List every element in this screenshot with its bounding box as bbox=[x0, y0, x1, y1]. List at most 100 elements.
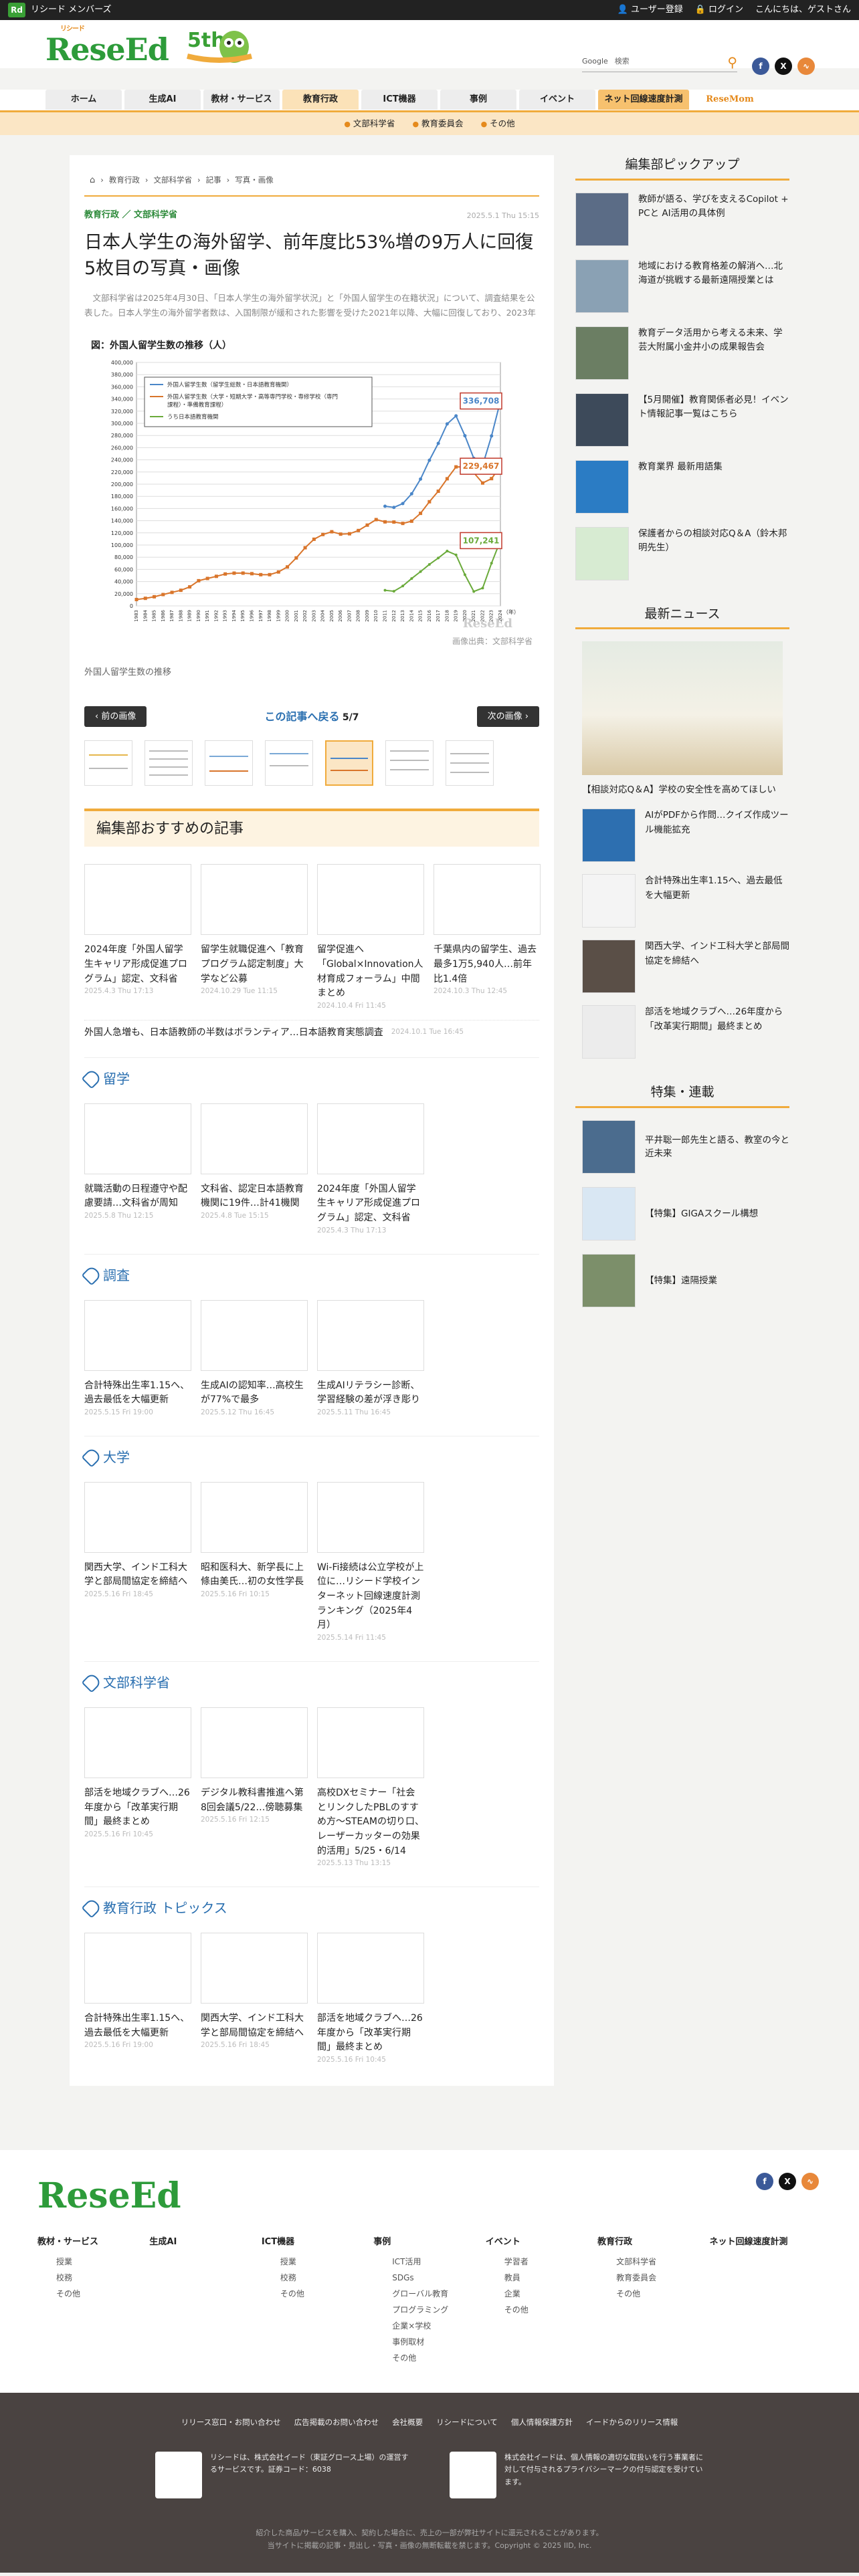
article-card[interactable]: 部活を地域クラブへ…26年度から「改革実行期間」最終まとめ 2025.5.16 F… bbox=[317, 1933, 424, 2066]
news-item[interactable]: 関西大学、インド工科大学と部局間協定を締結へ bbox=[575, 940, 789, 994]
nav-materials[interactable]: 教材・サービス bbox=[203, 90, 280, 110]
footer-link[interactable]: 企業 bbox=[486, 2286, 597, 2302]
footer-link[interactable]: 教員 bbox=[486, 2270, 597, 2286]
article-card[interactable]: 就職活動の日程遵守や配慮要請…文科省が周知 2025.5.8 Thu 12:15 bbox=[84, 1103, 191, 1237]
footer-link[interactable]: 事例取材 bbox=[373, 2334, 485, 2350]
news-item[interactable]: AIがPDFから作問…クイズ作成ツール機能拡充 bbox=[575, 809, 789, 863]
prev-image-button[interactable]: ‹ 前の画像 bbox=[84, 706, 147, 728]
category-heading[interactable]: 文部科学省 bbox=[103, 1673, 170, 1693]
nav-events[interactable]: イベント bbox=[519, 90, 595, 110]
footer-column-heading[interactable]: 事例 bbox=[373, 2236, 485, 2249]
footer-link[interactable]: その他 bbox=[37, 2286, 149, 2302]
pickup-item[interactable]: 教育データ活用から考える未来、学芸大附属小金井小の成果報告会 bbox=[575, 326, 789, 380]
article-card[interactable]: 文科省、認定日本語教育機関に19件…計41機関 2025.4.8 Tue 15:1… bbox=[201, 1103, 308, 1237]
thumbnail[interactable] bbox=[446, 740, 494, 786]
pick-card[interactable]: 留学生就職促進へ「教育プログラム認定制度」大学など公募 2024.10.29 Tu… bbox=[201, 864, 308, 1012]
footer-column-heading[interactable]: 生成AI bbox=[149, 2236, 261, 2249]
subnav-board[interactable]: 教育委員会 bbox=[412, 118, 464, 130]
footer-link[interactable]: 学習者 bbox=[486, 2254, 597, 2270]
thumbnail[interactable] bbox=[145, 740, 193, 786]
x-icon[interactable]: X bbox=[779, 2172, 796, 2190]
footer-column-heading[interactable]: ネット回線速度計測 bbox=[710, 2236, 822, 2249]
news-item[interactable]: 合計特殊出生率1.15へ、過去最低を大幅更新 bbox=[575, 874, 789, 928]
footer-link[interactable]: 校務 bbox=[37, 2270, 149, 2286]
crumb-3[interactable]: 記事 bbox=[206, 175, 221, 186]
footer-column-heading[interactable]: 教材・サービス bbox=[37, 2236, 149, 2249]
footer-bottom-link[interactable]: 個人情報保護方針 bbox=[511, 2417, 573, 2428]
feature-item[interactable]: 【特集】遠隔授業 bbox=[575, 1253, 789, 1307]
footer-link[interactable]: その他 bbox=[486, 2302, 597, 2318]
footer-logo[interactable]: ReseEd bbox=[37, 2170, 822, 2222]
news-item[interactable]: 部活を地域クラブへ…26年度から「改革実行期間」最終まとめ bbox=[575, 1005, 789, 1059]
article-card[interactable]: 部活を地域クラブへ…26年度から「改革実行期間」最終まとめ 2025.5.16 F… bbox=[84, 1707, 191, 1869]
chart-image[interactable]: 図：外国人留学生数の推移（人） 400,000 380,000 360,000 340… bbox=[84, 339, 539, 647]
rd-logo-icon[interactable]: Rd bbox=[8, 3, 25, 17]
footer-link[interactable]: 教育委員会 bbox=[597, 2270, 709, 2286]
subnav-other[interactable]: その他 bbox=[481, 118, 515, 130]
article-card[interactable]: デジタル教科書推進へ第8回会議5/22…傍聴募集 2025.5.16 Fri 12… bbox=[201, 1707, 308, 1869]
pickup-item[interactable]: 教育業界 最新用語集 bbox=[575, 459, 789, 514]
register-link[interactable]: 👤 ユーザー登録 bbox=[617, 3, 683, 17]
pickup-item[interactable]: 【5月開催】教育関係者必見！イベント情報記事一覧はこちら bbox=[575, 393, 789, 447]
footer-link[interactable]: プログラミング bbox=[373, 2302, 485, 2318]
login-link[interactable]: 🔒 ログイン bbox=[695, 3, 743, 17]
nav-cases[interactable]: 事例 bbox=[440, 90, 516, 110]
rss-icon[interactable]: ∿ bbox=[797, 58, 815, 75]
pick-text-link[interactable]: 外国人急増も、日本語教師の半数はボランティア…日本語教育実態調査 2024.10.… bbox=[84, 1019, 539, 1040]
article-card[interactable]: 生成AIリテラシー診断、学習経験の差が浮き彫り 2025.5.11 Thu 16:… bbox=[317, 1299, 424, 1418]
footer-link[interactable]: 授業 bbox=[262, 2254, 373, 2270]
category-heading[interactable]: 大学 bbox=[103, 1447, 130, 1467]
next-image-button[interactable]: 次の画像 › bbox=[476, 706, 539, 728]
article-card[interactable]: 合計特殊出生率1.15へ、過去最低を大幅更新 2025.5.16 Fri 19:0… bbox=[84, 1933, 191, 2066]
article-card[interactable]: 2024年度「外国人留学生キャリア形成促進プログラム」認定、文科省 2025.4.… bbox=[317, 1103, 424, 1237]
pickup-item[interactable]: 保護者からの相談対応Q＆A（鈴木邦明先生） bbox=[575, 526, 789, 580]
footer-link[interactable]: その他 bbox=[373, 2350, 485, 2366]
footer-bottom-link[interactable]: リシードについて bbox=[436, 2417, 498, 2428]
pickup-item[interactable]: 教師が語る、学びを支えるCopilot + PCと AI活用の具体例 bbox=[575, 192, 789, 246]
article-card[interactable]: 関西大学、インド工科大学と部局間協定を締結へ 2025.5.16 Fri 18:4… bbox=[201, 1933, 308, 2066]
home-icon[interactable]: ⌂ bbox=[90, 174, 95, 187]
x-icon[interactable]: X bbox=[775, 58, 792, 75]
crumb-1[interactable]: 教育行政 bbox=[109, 175, 140, 186]
thumbnail[interactable] bbox=[84, 740, 132, 786]
thumbnail[interactable] bbox=[265, 740, 313, 786]
footer-link[interactable]: グローバル教育 bbox=[373, 2286, 485, 2302]
search-icon[interactable]: ⚲ bbox=[727, 52, 737, 72]
article-category[interactable]: 教育行政 ／ 文部科学省 bbox=[84, 209, 177, 222]
footer-column-heading[interactable]: イベント bbox=[486, 2236, 597, 2249]
footer-bottom-link[interactable]: 広告掲載のお問い合わせ bbox=[294, 2417, 379, 2428]
nav-speedtest[interactable]: ネット回線速度計測 bbox=[598, 90, 689, 110]
nav-ict[interactable]: ICT機器 bbox=[361, 90, 438, 110]
category-heading[interactable]: 調査 bbox=[103, 1265, 130, 1285]
facebook-icon[interactable]: f bbox=[756, 2172, 773, 2190]
footer-link[interactable]: SDGs bbox=[373, 2270, 485, 2286]
latest-news-image[interactable] bbox=[582, 641, 783, 775]
thumbnail[interactable] bbox=[385, 740, 434, 786]
search-input[interactable]: 検索 bbox=[615, 56, 630, 68]
article-card[interactable]: 高校DXセミナー「社会とリンクしたPBLのすすめ方〜STEAMの切り口、レーザー… bbox=[317, 1707, 424, 1869]
article-card[interactable]: 合計特殊出生率1.15へ、過去最低を大幅更新 2025.5.15 Fri 19:0… bbox=[84, 1299, 191, 1418]
article-card[interactable]: 生成AIの認知率…高校生が77%で最多 2025.5.12 Thu 16:45 bbox=[201, 1299, 308, 1418]
footer-link[interactable]: 文部科学省 bbox=[597, 2254, 709, 2270]
nav-genai[interactable]: 生成AI bbox=[124, 90, 201, 110]
members-link[interactable]: リシード メンバーズ bbox=[31, 3, 111, 17]
article-card[interactable]: 昭和医科大、新学長に上條由美氏…初の女性学長 2025.5.16 Fri 10:1… bbox=[201, 1481, 308, 1644]
footer-link[interactable]: 授業 bbox=[37, 2254, 149, 2270]
footer-bottom-link[interactable]: リリース窓口・お問い合わせ bbox=[181, 2417, 281, 2428]
feature-item[interactable]: 【特集】GIGAスクール構想 bbox=[575, 1186, 789, 1241]
search-box[interactable]: Google 検索 ⚲ bbox=[582, 52, 737, 72]
footer-link[interactable]: ICT活用 bbox=[373, 2254, 485, 2270]
pickup-item[interactable]: 地域における教育格差の解消へ…北海道が挑戦する最新遠隔授業とは bbox=[575, 259, 789, 313]
category-heading[interactable]: 留学 bbox=[103, 1069, 130, 1089]
site-logo[interactable]: リシード ReseEd bbox=[45, 25, 169, 73]
feature-item[interactable]: 平井聡一郎先生と語る、教室の今と近未来 bbox=[575, 1119, 789, 1174]
pick-card[interactable]: 留学促進へ「Global×Innovation人材育成フォーラム」中間まとめ 20… bbox=[317, 864, 424, 1012]
footer-link[interactable]: その他 bbox=[262, 2286, 373, 2302]
latest-news-top[interactable]: 【相談対応Q＆A】学校の安全性を高めてほしい bbox=[575, 783, 789, 796]
thumbnail[interactable] bbox=[205, 740, 253, 786]
crumb-2[interactable]: 文部科学省 bbox=[153, 175, 192, 186]
footer-column-heading[interactable]: ICT機器 bbox=[262, 2236, 373, 2249]
nav-education-admin[interactable]: 教育行政 bbox=[282, 90, 359, 110]
facebook-icon[interactable]: f bbox=[752, 58, 769, 75]
thumbnail-active[interactable] bbox=[325, 740, 373, 786]
